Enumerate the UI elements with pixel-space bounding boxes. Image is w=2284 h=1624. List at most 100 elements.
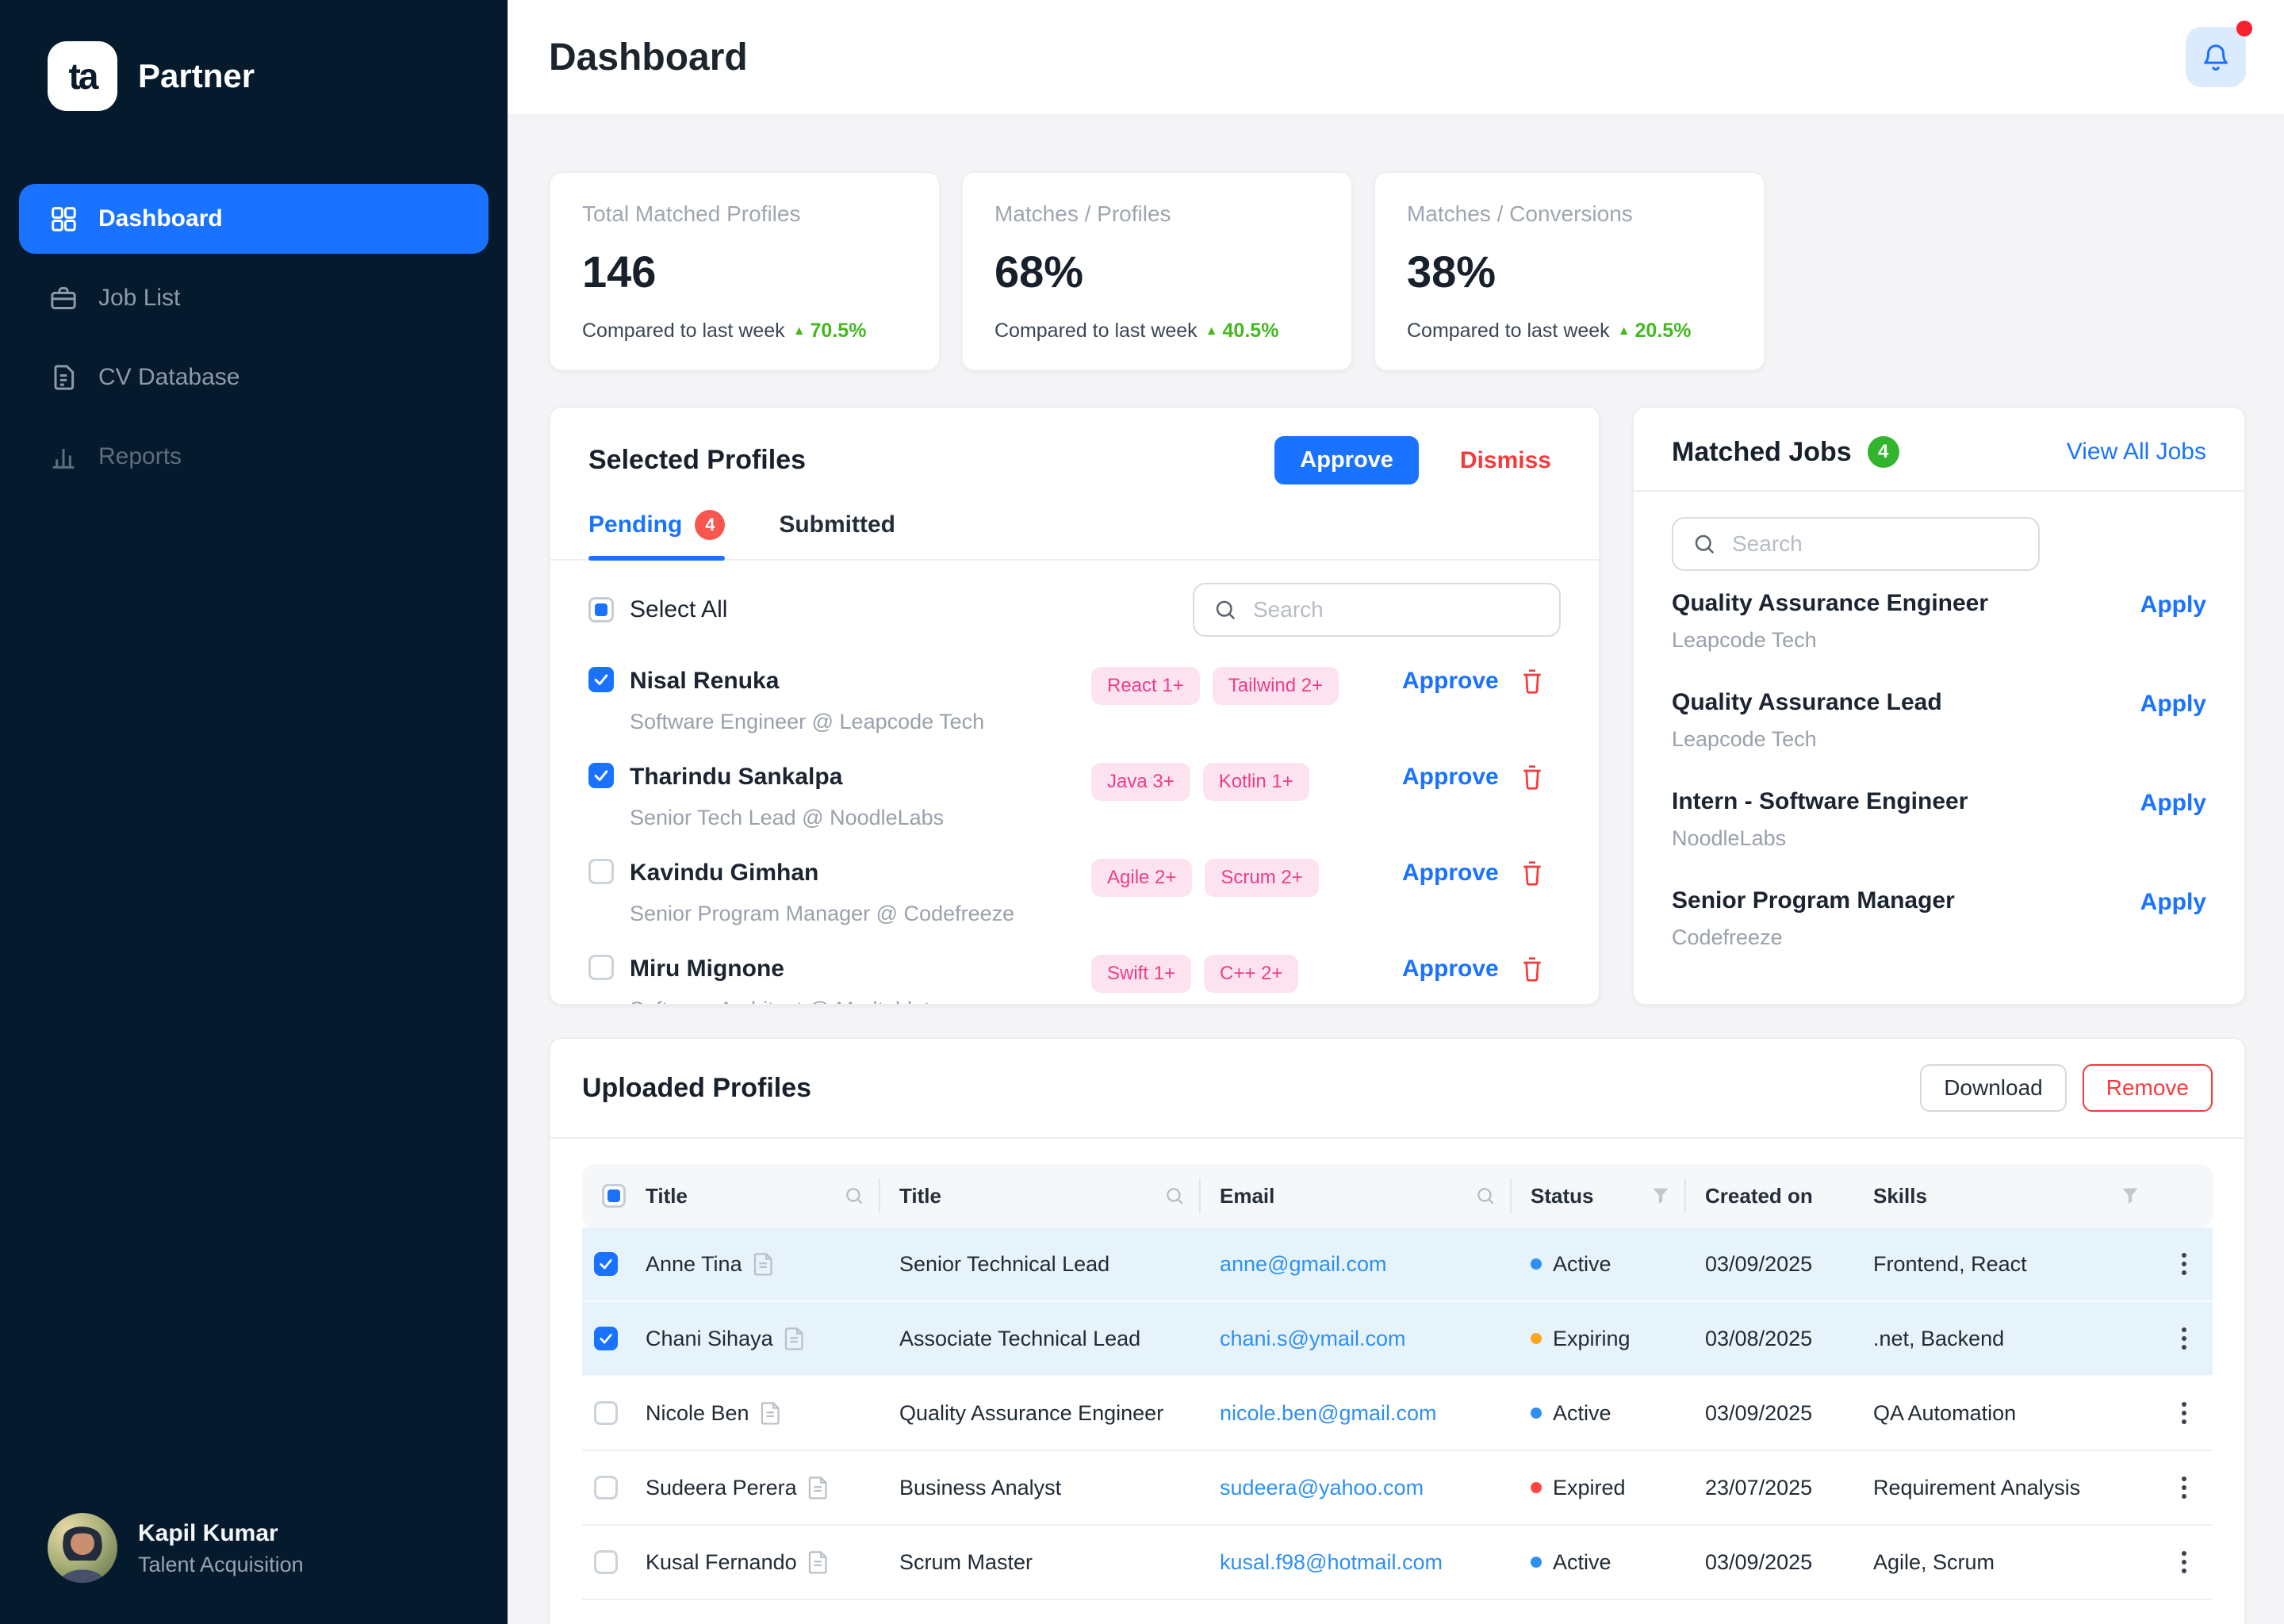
column-search-button[interactable] — [1475, 1185, 1496, 1206]
row-menu-button[interactable] — [2156, 1451, 2213, 1524]
selected-profiles-body: Select All Nisal Renuka — [550, 561, 1599, 1005]
stat-value: 68% — [994, 246, 1320, 297]
sidebar-item-dashboard[interactable]: Dashboard — [19, 184, 489, 254]
sidebar-nav: Dashboard Job List CV Database Reports — [0, 184, 508, 492]
stat-card-matches-profiles: Matches / Profiles 68% Compared to last … — [961, 171, 1353, 371]
cell-created: 03/09/2025 — [1686, 1252, 1870, 1277]
cell-status: Active — [1512, 1401, 1686, 1426]
sidebar-item-label: Dashboard — [98, 205, 223, 232]
page-title: Dashboard — [549, 36, 2186, 79]
remove-button[interactable]: Remove — [2083, 1064, 2213, 1112]
view-all-jobs-link[interactable]: View All Jobs — [2067, 439, 2206, 465]
brand-block: ta Partner — [0, 0, 508, 127]
email-link[interactable]: sudeera@yahoo.com — [1220, 1476, 1424, 1500]
row-checkbox[interactable] — [594, 1476, 618, 1500]
approve-button[interactable]: Approve — [1274, 436, 1419, 485]
column-search-button[interactable] — [844, 1185, 864, 1206]
app: ta Partner Dashboard Job List CV Databas… — [0, 0, 2284, 1624]
column-header-skills: Skills — [1870, 1164, 2156, 1228]
avatar-image — [48, 1513, 117, 1583]
row-checkbox[interactable] — [594, 1550, 618, 1574]
email-link[interactable]: kusal.f98@hotmail.com — [1220, 1550, 1443, 1575]
row-approve-link[interactable]: Approve — [1402, 763, 1519, 791]
row-checkbox[interactable] — [594, 1401, 618, 1425]
user-account[interactable]: Kapil Kumar Talent Acquisition — [0, 1513, 508, 1624]
delete-profile-button[interactable] — [1519, 955, 1561, 990]
sidebar-item-cv-database[interactable]: CV Database — [19, 343, 489, 412]
job-info: Senior Program Manager Codefreeze — [1672, 887, 2140, 950]
selected-profiles-header: Selected Profiles Approve Dismiss — [550, 408, 1599, 485]
row-menu-button[interactable] — [2156, 1377, 2213, 1450]
email-link[interactable]: nicole.ben@gmail.com — [1220, 1401, 1437, 1426]
profiles-search-input[interactable] — [1250, 596, 1540, 624]
search-icon — [1164, 1185, 1185, 1206]
apply-link[interactable]: Apply — [2140, 790, 2206, 817]
trash-icon — [1519, 955, 1545, 983]
delete-profile-button[interactable] — [1519, 763, 1561, 798]
document-icon — [808, 1476, 829, 1500]
logo-text: ta — [69, 55, 97, 98]
search-icon — [1213, 598, 1237, 622]
selected-profiles-title: Selected Profiles — [588, 445, 1274, 476]
table-row: Nicole Ben Quality Assurance Engineer ni… — [582, 1377, 2213, 1451]
select-all-row: Select All — [588, 583, 1561, 637]
job-company: NoodleLabs — [1672, 826, 2140, 851]
profile-info: Miru Mignone Software Architect @ Madtab… — [630, 955, 1091, 1005]
table-row: Kusal Fernando Scrum Master kusal.f98@ho… — [582, 1526, 2213, 1600]
tab-pending[interactable]: Pending 4 — [588, 510, 725, 559]
email-link[interactable]: anne@gmail.com — [1220, 1252, 1387, 1277]
stat-delta: ▲40.5% — [1205, 320, 1279, 343]
row-approve-link[interactable]: Approve — [1402, 955, 1519, 983]
row-menu-button[interactable] — [2156, 1600, 2213, 1624]
profile-checkbox[interactable] — [588, 955, 614, 980]
column-filter-button[interactable] — [1651, 1186, 1670, 1205]
sidebar-item-job-list[interactable]: Job List — [19, 263, 489, 333]
jobs-search-input[interactable] — [1729, 530, 2019, 558]
email-link[interactable]: chani.s@ymail.com — [1220, 1327, 1405, 1351]
cell-status: Expired — [1512, 1476, 1686, 1500]
matched-jobs-title: Matched Jobs 4 — [1672, 436, 1899, 468]
profile-row: Miru Mignone Software Architect @ Madtab… — [588, 940, 1561, 1005]
notifications-button[interactable] — [2186, 27, 2246, 87]
apply-link[interactable]: Apply — [2140, 592, 2206, 619]
profile-row: Nisal Renuka Software Engineer @ Leapcod… — [588, 653, 1561, 749]
sidebar-item-reports[interactable]: Reports — [19, 422, 489, 492]
stat-delta: ▲70.5% — [793, 320, 867, 343]
apply-link[interactable]: Apply — [2140, 691, 2206, 718]
stat-label: Matches / Profiles — [994, 201, 1320, 227]
profile-info: Nisal Renuka Software Engineer @ Leapcod… — [630, 667, 1091, 734]
table-select-all-checkbox[interactable] — [602, 1184, 626, 1208]
delete-profile-button[interactable] — [1519, 667, 1561, 702]
profile-checkbox[interactable] — [588, 859, 614, 884]
table-header: Title Title Email Status — [582, 1164, 2213, 1228]
cell-name: Kusal Fernando — [646, 1550, 880, 1575]
cell-name: Nicole Ben — [646, 1401, 880, 1426]
uploaded-profiles-table: Title Title Email Status — [582, 1164, 2213, 1624]
jobs-search — [1672, 517, 2040, 571]
pending-profiles-list: Nisal Renuka Software Engineer @ Leapcod… — [588, 653, 1561, 1005]
row-menu-button[interactable] — [2156, 1302, 2213, 1375]
apply-link[interactable]: Apply — [2140, 889, 2206, 916]
row-menu-button[interactable] — [2156, 1228, 2213, 1300]
row-checkbox[interactable] — [594, 1252, 618, 1276]
cell-title: Scrum Master — [880, 1550, 1201, 1575]
stat-card-matches-conversions: Matches / Conversions 38% Compared to la… — [1374, 171, 1765, 371]
dismiss-button[interactable]: Dismiss — [1450, 446, 1561, 476]
delete-profile-button[interactable] — [1519, 859, 1561, 894]
profile-checkbox[interactable] — [588, 667, 614, 692]
topbar: Dashboard — [508, 0, 2284, 114]
user-name: Kapil Kumar — [138, 1519, 304, 1549]
download-button[interactable]: Download — [1920, 1064, 2067, 1112]
row-menu-button[interactable] — [2156, 1526, 2213, 1599]
column-search-button[interactable] — [1164, 1185, 1185, 1206]
profile-checkbox[interactable] — [588, 763, 614, 788]
select-all-checkbox[interactable] — [588, 597, 614, 622]
column-filter-button[interactable] — [2121, 1186, 2140, 1205]
row-approve-link[interactable]: Approve — [1402, 667, 1519, 695]
skill-tag: Kotlin 1+ — [1203, 763, 1309, 801]
cell-name: Chani Sihaya — [646, 1327, 880, 1351]
row-checkbox[interactable] — [594, 1327, 618, 1350]
row-approve-link[interactable]: Approve — [1402, 859, 1519, 887]
filter-funnel-icon — [2121, 1186, 2140, 1205]
tab-submitted[interactable]: Submitted — [779, 510, 895, 559]
